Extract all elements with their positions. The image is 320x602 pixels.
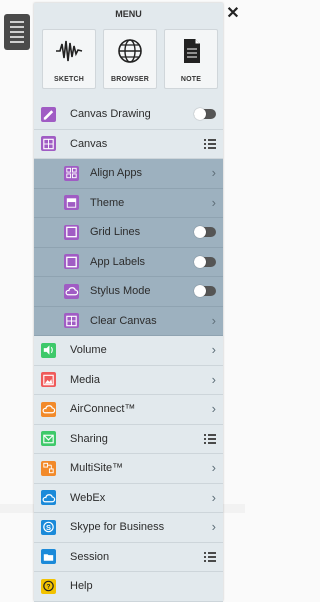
menu-item-label: Session	[70, 550, 110, 563]
menu-item-label: WebEx	[70, 491, 106, 504]
cloud-icon	[41, 401, 56, 417]
launcher-bar: SKETCH BROWSER NOTE	[34, 29, 223, 89]
toggle-switch[interactable]	[194, 226, 216, 239]
menu-item-sharing[interactable]: Sharing	[34, 425, 223, 454]
menu-item-app-labels[interactable]: App Labels	[34, 247, 223, 277]
menu-item-volume[interactable]: Volume ›	[34, 336, 223, 366]
menu-item-label: Canvas	[70, 137, 108, 150]
chevron-right-icon[interactable]: ›	[212, 520, 216, 534]
menu-item-label: Stylus Mode	[90, 285, 151, 298]
menu-item-grid-lines[interactable]: Grid Lines	[34, 218, 223, 248]
svg-text:?: ?	[47, 584, 51, 591]
skype-icon: S	[41, 519, 56, 535]
menu-item-align-apps[interactable]: Align Apps ›	[34, 159, 223, 189]
menu-item-theme[interactable]: Theme ›	[34, 188, 223, 218]
menu-item-label: Canvas Drawing	[70, 108, 151, 121]
menu-item-label: Grid Lines	[90, 226, 141, 239]
speaker-icon	[41, 342, 56, 358]
menu-item-label: Skype for Business	[70, 521, 165, 534]
menu-item-label: Media	[70, 373, 100, 386]
menu-item-multisite[interactable]: MultiSite™ ›	[34, 454, 223, 484]
menu-panel: MENU SKETCH BROWSER NOTE Canvas Drawing …	[34, 3, 223, 602]
menu-item-label: Volume	[70, 344, 107, 357]
multisite-icon	[41, 460, 56, 476]
menu-item-label: Theme	[90, 196, 125, 209]
theme-icon	[64, 195, 79, 211]
menu-item-label: MultiSite™	[70, 462, 124, 475]
globe-icon	[118, 39, 142, 63]
menu-item-webex[interactable]: WebEx ›	[34, 484, 223, 513]
label-icon	[64, 254, 79, 270]
menu-item-canvas[interactable]: Canvas	[34, 130, 223, 159]
list-icon[interactable]	[204, 433, 216, 444]
toggle-switch[interactable]	[194, 255, 216, 268]
cloud-icon	[64, 283, 79, 299]
menu-list: Canvas Drawing Canvas Align Apps › Theme › Gri…	[34, 100, 223, 602]
gridlines-icon	[64, 224, 79, 240]
close-icon[interactable]: ✕	[225, 6, 241, 22]
sketch-launcher-button[interactable]: SKETCH	[42, 29, 96, 89]
list-icon[interactable]	[204, 138, 216, 149]
note-launcher-button[interactable]: NOTE	[164, 29, 218, 89]
align-icon	[64, 165, 79, 181]
toggle-switch[interactable]	[194, 108, 216, 121]
menu-item-clear-canvas[interactable]: Clear Canvas ›	[34, 306, 223, 336]
chevron-right-icon[interactable]: ›	[212, 196, 216, 210]
menu-item-media[interactable]: Media ›	[34, 366, 223, 395]
note-label: NOTE	[180, 76, 202, 83]
menu-item-session[interactable]: Session	[34, 543, 223, 572]
drag-handle[interactable]	[4, 14, 30, 50]
mail-icon	[41, 431, 56, 447]
pencil-icon	[41, 106, 56, 122]
menu-item-stylus-mode[interactable]: Stylus Mode	[34, 277, 223, 307]
chevron-right-icon[interactable]: ›	[212, 343, 216, 357]
chevron-right-icon[interactable]: ›	[212, 461, 216, 475]
menu-item-label: AirConnect™	[70, 403, 136, 416]
chevron-right-icon[interactable]: ›	[212, 373, 216, 387]
image-icon	[41, 372, 56, 388]
sketch-label: SKETCH	[54, 76, 84, 83]
menu-item-canvas-drawing[interactable]: Canvas Drawing	[34, 100, 223, 130]
menu-item-help[interactable]: ? Help	[34, 572, 223, 602]
cloud-icon	[41, 490, 56, 506]
menu-item-airconnect[interactable]: AirConnect™ ›	[34, 395, 223, 425]
menu-item-label: Sharing	[70, 432, 108, 445]
clear-icon	[64, 313, 79, 329]
toggle-switch[interactable]	[194, 285, 216, 298]
menu-item-label: App Labels	[90, 255, 146, 268]
menu-item-label: Align Apps	[90, 167, 142, 180]
chevron-right-icon[interactable]: ›	[212, 491, 216, 505]
folder-icon	[41, 549, 56, 565]
grid-icon	[41, 136, 56, 152]
chevron-right-icon[interactable]: ›	[212, 314, 216, 328]
browser-label: BROWSER	[111, 76, 149, 83]
chevron-right-icon[interactable]: ›	[212, 166, 216, 180]
menu-item-skype-for-business[interactable]: S Skype for Business ›	[34, 513, 223, 543]
list-icon[interactable]	[204, 551, 216, 562]
browser-launcher-button[interactable]: BROWSER	[103, 29, 157, 89]
menu-title: MENU	[115, 9, 142, 19]
document-icon	[184, 39, 200, 63]
svg-text:S: S	[46, 523, 51, 532]
waveform-icon	[56, 40, 83, 62]
help-icon: ?	[41, 578, 56, 594]
menu-item-label: Help	[70, 580, 93, 593]
chevron-right-icon[interactable]: ›	[212, 402, 216, 416]
menu-item-label: Clear Canvas	[90, 314, 157, 327]
